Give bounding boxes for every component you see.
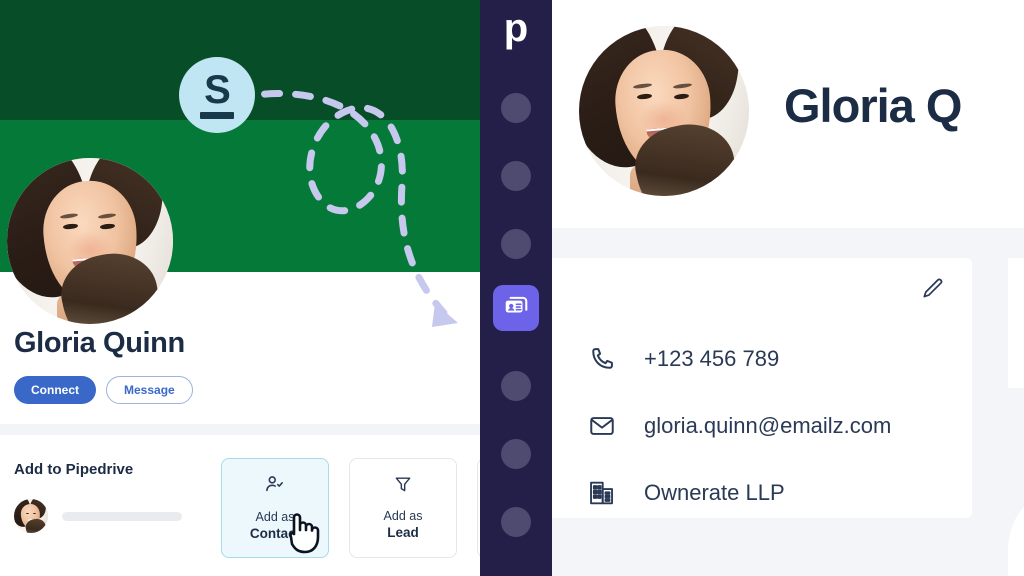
contact-company-value: Ownerate LLP <box>644 480 785 505</box>
add-as-lead-line1: Add as <box>383 509 423 524</box>
mini-avatar <box>14 499 48 533</box>
pipedrive-contact-preview-row <box>14 499 182 533</box>
add-as-contact-line2: Contact <box>249 525 301 541</box>
pipedrive-logo[interactable]: p <box>480 8 552 48</box>
sidebar-item-6[interactable] <box>501 439 531 469</box>
section-divider <box>0 424 480 435</box>
add-as-lead-card[interactable]: Add as Lead <box>349 458 457 558</box>
profile-avatar[interactable] <box>7 158 173 324</box>
sidebar-item-5[interactable] <box>501 371 531 401</box>
s-logo-letter: S <box>204 68 231 112</box>
funnel-icon <box>393 474 413 499</box>
building-icon <box>586 479 618 507</box>
pencil-icon[interactable] <box>920 276 946 307</box>
envelope-icon <box>586 412 618 440</box>
add-as-contact-line1: Add as <box>255 510 295 525</box>
profile-name: Gloria Quinn <box>14 327 185 359</box>
contact-detail-phone[interactable]: +123 456 789 <box>586 345 779 373</box>
add-to-pipedrive-title: Add to Pipedrive <box>14 461 134 478</box>
linkedin-profile-panel: S Gloria Quinn Connect Message Add to Pi… <box>0 0 480 576</box>
contact-name-heading: Gloria Q <box>784 79 962 132</box>
contact-header: Gloria Q <box>552 0 1024 228</box>
profile-action-row: Connect Message <box>14 376 193 404</box>
sidebar-item-contacts[interactable] <box>493 285 539 331</box>
contact-detail-email[interactable]: gloria.quinn@emailz.com <box>586 412 891 440</box>
sidebar-item-7[interactable] <box>501 507 531 537</box>
pipedrive-sidebar: p <box>480 0 552 576</box>
placeholder-bar <box>62 511 182 521</box>
contact-detail-company[interactable]: Ownerate LLP <box>586 479 785 507</box>
s-logo-badge: S <box>179 57 255 133</box>
connect-button[interactable]: Connect <box>14 376 96 404</box>
s-logo-underline <box>200 112 234 119</box>
contact-avatar-photo <box>579 26 749 196</box>
message-button[interactable]: Message <box>106 376 193 404</box>
sidebar-item-1[interactable] <box>501 93 531 123</box>
contact-card-icon <box>503 293 529 324</box>
contact-details-card: +123 456 789 gloria.quinn@emailz.com Own… <box>552 258 972 518</box>
person-check-icon <box>264 473 286 500</box>
mini-avatar-photo <box>14 499 48 533</box>
contact-phone-value: +123 456 789 <box>644 346 780 371</box>
add-as-contact-card[interactable]: Add as Contact <box>221 458 329 558</box>
avatar-photo <box>7 158 173 324</box>
add-action-card-row: Add as Contact Add as Lead <box>221 458 480 558</box>
pipedrive-contact-panel: Gloria Q +123 456 789 gloria.quinn@email… <box>552 0 1024 576</box>
sidebar-item-2[interactable] <box>501 161 531 191</box>
add-as-lead-line2: Lead <box>387 524 419 540</box>
contact-avatar[interactable] <box>579 26 749 196</box>
sidebar-item-3[interactable] <box>501 229 531 259</box>
decorative-corner-shape <box>1008 496 1024 576</box>
side-card-sliver <box>1008 258 1024 388</box>
phone-icon <box>586 345 618 373</box>
contact-email-value: gloria.quinn@emailz.com <box>644 413 892 438</box>
